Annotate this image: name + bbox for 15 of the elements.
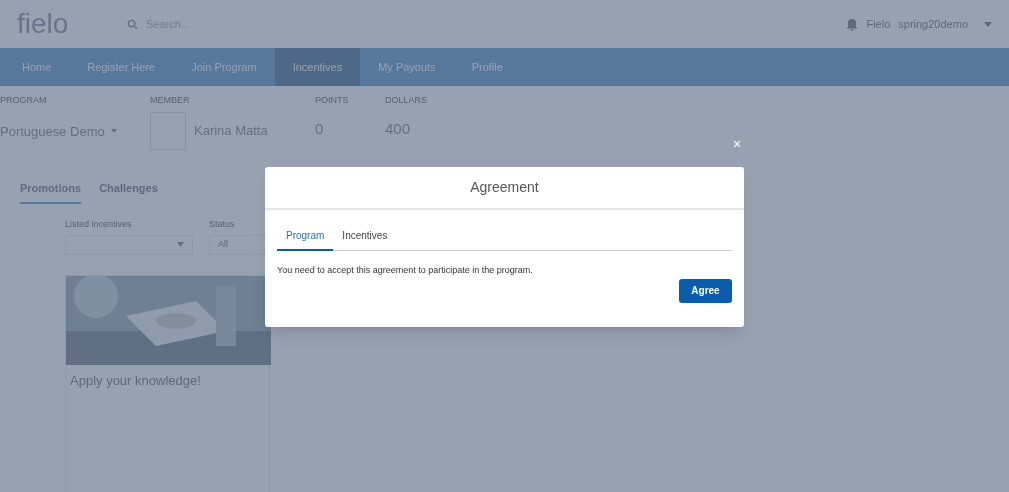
filter-label: Listed incentives xyxy=(65,218,133,231)
field-label: DOLLARS xyxy=(385,94,428,107)
dialog-tab[interactable]: Incentives xyxy=(333,228,397,251)
user-name: Fielo xyxy=(866,16,891,32)
field-label: PROGRAM xyxy=(0,94,48,107)
agreement-text: You need to accept this agreement to participate in the program. xyxy=(277,264,534,277)
dialog-title: Agreement xyxy=(265,167,744,210)
agree-button[interactable]: Agree xyxy=(679,278,732,303)
filter-label: Status xyxy=(209,218,236,231)
field-label: POINTS xyxy=(315,94,350,107)
dialog-tab[interactable]: Program xyxy=(277,228,334,251)
card-title: Apply your knowledge! xyxy=(69,371,202,390)
org-name: spring20demo xyxy=(898,16,968,32)
close-button[interactable]: × xyxy=(733,137,742,151)
field-label: MEMBER xyxy=(150,94,191,107)
